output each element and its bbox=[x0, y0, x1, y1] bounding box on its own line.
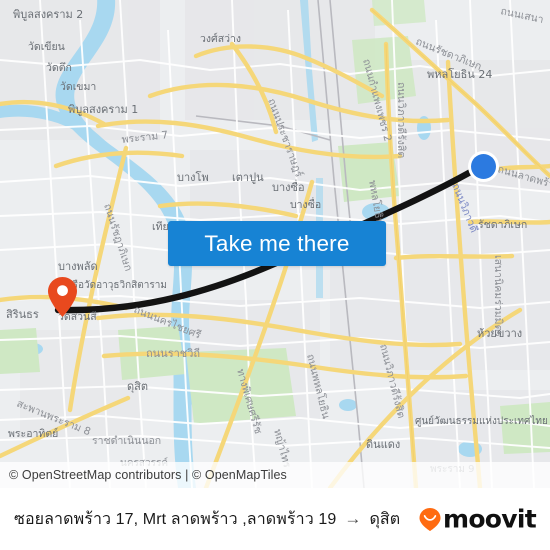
map-label: พิบูลสงคราม 1 bbox=[68, 103, 138, 116]
origin-dot[interactable] bbox=[468, 151, 499, 182]
map-label: พิบูลสงคราม 2 bbox=[13, 8, 83, 21]
map-label: พระอาทิตย์ bbox=[8, 427, 58, 440]
moovit-wordmark: moovit bbox=[442, 504, 537, 534]
route-destination-label: ดุสิต bbox=[369, 510, 401, 528]
map-label: ศูนย์วัฒนธรรมแห่งประเทศไทย bbox=[415, 415, 548, 427]
map-label: บางซื่อ bbox=[290, 197, 321, 211]
map-label: ถนนวิภาวดีรังสิต bbox=[395, 82, 408, 158]
map-label: สิรินธร bbox=[6, 308, 39, 321]
map-label: ราชดำเนินนอก bbox=[92, 435, 161, 447]
map-pin-icon bbox=[48, 277, 77, 317]
map-label: วัดเขียน bbox=[28, 40, 65, 53]
map-label: ถนนราชวิถี bbox=[146, 347, 200, 360]
map-label: วัดตึก bbox=[46, 62, 72, 74]
map-label: รัชดาภิเษก bbox=[478, 219, 527, 231]
map-label: วัดเขมา bbox=[60, 81, 96, 93]
arrow-right-icon: → bbox=[344, 509, 362, 528]
map-label: ดุสิต bbox=[127, 380, 148, 393]
map-label: บางโพ bbox=[177, 170, 209, 184]
origin-dot-core bbox=[471, 154, 496, 179]
map-label: ดินแดง bbox=[366, 438, 400, 451]
map-label: เตาปูน bbox=[232, 171, 264, 184]
take-me-there-label: Take me there bbox=[204, 230, 350, 256]
moovit-pin-icon bbox=[419, 507, 441, 531]
footer-bar: ซอยลาดพร้าว 17, Mrt ลาดพร้าว ,ลาดพร้าว 1… bbox=[0, 488, 550, 550]
map-label: บางซื่อ bbox=[272, 179, 305, 194]
map-label: เสนานิคมร่วมมิตร bbox=[492, 255, 504, 337]
map-label: วงศ์สว่าง bbox=[200, 32, 241, 45]
map-label: ห้วยขวาง bbox=[477, 327, 522, 340]
map-label: พหลโยธิน 24 bbox=[427, 67, 492, 81]
map-label: บางพลัด bbox=[58, 260, 98, 273]
destination-pin[interactable] bbox=[47, 276, 78, 318]
route-caption: ซอยลาดพร้าว 17, Mrt ลาดพร้าว ,ลาดพร้าว 1… bbox=[14, 507, 400, 532]
take-me-there-button[interactable]: Take me there bbox=[168, 221, 386, 266]
moovit-logo[interactable]: moovit bbox=[418, 504, 537, 534]
moovit-route-card: พิบูลสงคราม 2 วัดเขียนวัดตึกวัดเขมาพิบูลส… bbox=[0, 0, 550, 550]
route-origin-label: ซอยลาดพร้าว 17, Mrt ลาดพร้าว ,ลาดพร้าว 1… bbox=[14, 510, 337, 528]
map-attribution: © OpenStreetMap contributors | © OpenMap… bbox=[0, 462, 550, 488]
